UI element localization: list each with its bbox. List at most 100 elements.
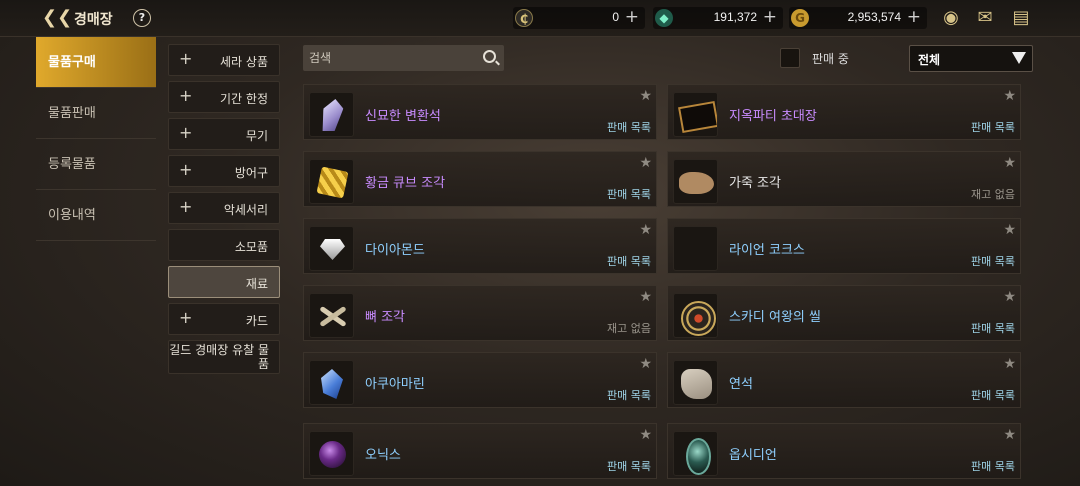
back-arrow-icon[interactable]: ❮❮ <box>42 8 72 28</box>
category-weapon[interactable]: + 무기 <box>168 118 280 150</box>
favorite-star-icon[interactable]: ★ <box>1003 356 1016 372</box>
item-card[interactable]: 스카디 여왕의 씰 ★ 판매 목록 <box>667 285 1021 341</box>
item-name: 다이아몬드 <box>365 243 425 258</box>
top-bar: ❮❮ 경매장 ? ₵ 0 + ◆ 191,372 + G 2,953,574 +… <box>0 0 1080 37</box>
help-icon: ? <box>138 11 146 24</box>
favorite-star-icon[interactable]: ★ <box>639 88 652 104</box>
dropdown-value: 전체 <box>918 53 941 67</box>
category-card[interactable]: + 카드 <box>168 303 280 335</box>
category-material[interactable]: 재료 <box>168 266 280 298</box>
currency-green-gem: ◆ 191,372 + <box>653 7 783 29</box>
category-label: 소모품 <box>234 240 268 254</box>
item-name: 지옥파티 초대장 <box>729 109 817 124</box>
bone-piece-icon <box>309 293 354 338</box>
diamond-icon <box>309 226 354 271</box>
item-name: 스카디 여왕의 씰 <box>729 310 821 325</box>
favorite-star-icon[interactable]: ★ <box>1003 427 1016 443</box>
category-label: 카드 <box>245 314 268 328</box>
favorite-star-icon[interactable]: ★ <box>639 155 652 171</box>
category-label: 재료 <box>245 277 268 291</box>
favorite-star-icon[interactable]: ★ <box>1003 222 1016 238</box>
item-card[interactable]: 연석 ★ 판매 목록 <box>667 352 1021 408</box>
favorite-star-icon[interactable]: ★ <box>639 427 652 443</box>
item-card[interactable]: 지옥파티 초대장 ★ 판매 목록 <box>667 84 1021 140</box>
item-card[interactable]: 옵시디언 ★ 판매 목록 <box>667 423 1021 479</box>
pouch-icon[interactable]: ◉ <box>938 7 964 29</box>
item-status: 판매 목록 <box>971 322 1015 335</box>
item-card[interactable]: 라이언 코크스 ★ 판매 목록 <box>667 218 1021 274</box>
on-sale-checkbox[interactable] <box>780 48 800 68</box>
gold-coin-icon: G <box>791 9 809 27</box>
item-name: 라이언 코크스 <box>729 243 805 258</box>
category-sera-goods[interactable]: + 세라 상품 <box>168 44 280 76</box>
category-label: 세라 상품 <box>220 55 268 69</box>
favorite-star-icon[interactable]: ★ <box>1003 88 1016 104</box>
currency-gold-coin: G 2,953,574 + <box>789 7 927 29</box>
category-label: 악세서리 <box>223 203 268 217</box>
on-sale-label: 판매 중 <box>812 52 849 66</box>
favorite-star-icon[interactable]: ★ <box>639 222 652 238</box>
nav-item-history[interactable]: 이용내역 <box>36 190 156 241</box>
chat-icon[interactable]: ▤ <box>1008 7 1034 29</box>
nav-item-sell[interactable]: 물품판매 <box>36 88 156 139</box>
currency-value: 0 <box>612 10 619 24</box>
category-limited-time[interactable]: + 기간 한정 <box>168 81 280 113</box>
obsidian-icon <box>673 431 718 476</box>
currency-value: 2,953,574 <box>847 10 901 24</box>
gold-cube-icon <box>309 159 354 204</box>
item-name: 아쿠아마린 <box>365 377 425 392</box>
favorite-star-icon[interactable]: ★ <box>1003 155 1016 171</box>
item-card[interactable]: 가죽 조각 ★ 재고 없음 <box>667 151 1021 207</box>
item-card[interactable]: 뼈 조각 ★ 재고 없음 <box>303 285 657 341</box>
help-button[interactable]: ? <box>129 5 155 31</box>
expand-plus-icon: + <box>179 197 193 216</box>
favorite-star-icon[interactable]: ★ <box>1003 289 1016 305</box>
item-card[interactable]: 신묘한 변환석 ★ 판매 목록 <box>303 84 657 140</box>
dropdown-arrow-icon <box>1012 52 1026 64</box>
nav-item-buy[interactable]: 물품구매 <box>36 37 156 88</box>
whetstone-icon <box>673 360 718 405</box>
category-consumable[interactable]: 소모품 <box>168 229 280 261</box>
item-status: 재고 없음 <box>607 322 651 335</box>
left-nav: 물품구매 물품판매 등록물품 이용내역 <box>36 37 156 241</box>
item-status: 재고 없음 <box>971 188 1015 201</box>
item-name: 뼈 조각 <box>365 310 406 325</box>
add-currency-button[interactable]: + <box>625 7 639 27</box>
favorite-star-icon[interactable]: ★ <box>639 356 652 372</box>
item-status: 판매 목록 <box>607 121 651 134</box>
item-card[interactable]: 오닉스 ★ 판매 목록 <box>303 423 657 479</box>
item-name: 옵시디언 <box>729 448 777 463</box>
aquamarine-icon <box>309 360 354 405</box>
expand-plus-icon: + <box>179 160 193 179</box>
item-card[interactable]: 황금 큐브 조각 ★ 판매 목록 <box>303 151 657 207</box>
category-accessory[interactable]: + 악세서리 <box>168 192 280 224</box>
item-status: 판매 목록 <box>607 460 651 473</box>
search-input[interactable] <box>303 45 473 71</box>
skadi-seal-icon <box>673 293 718 338</box>
onyx-icon <box>309 431 354 476</box>
add-currency-button[interactable]: + <box>907 7 921 27</box>
item-name: 황금 큐브 조각 <box>365 176 446 191</box>
category-label: 방어구 <box>234 166 268 180</box>
currency-c-coin: ₵ 0 + <box>513 7 645 29</box>
item-status: 판매 목록 <box>971 389 1015 402</box>
category-armor[interactable]: + 방어구 <box>168 155 280 187</box>
item-card[interactable]: 다이아몬드 ★ 판매 목록 <box>303 218 657 274</box>
search-box <box>303 45 504 71</box>
item-name: 가죽 조각 <box>729 176 781 191</box>
add-currency-button[interactable]: + <box>763 7 777 27</box>
expand-plus-icon: + <box>179 86 193 105</box>
item-status: 판매 목록 <box>607 188 651 201</box>
leather-piece-icon <box>673 159 718 204</box>
category-label: 무기 <box>245 129 268 143</box>
filter-dropdown[interactable]: 전체 <box>909 45 1033 72</box>
item-name: 오닉스 <box>365 448 401 463</box>
category-guild-unsold[interactable]: 길드 경매장 유찰 물품 <box>168 340 280 374</box>
expand-plus-icon: + <box>179 308 193 327</box>
favorite-star-icon[interactable]: ★ <box>639 289 652 305</box>
page-title: 경매장 <box>74 12 113 28</box>
search-icon[interactable] <box>483 50 496 63</box>
nav-item-registered[interactable]: 등록물품 <box>36 139 156 190</box>
mail-icon[interactable]: ✉ <box>972 7 998 29</box>
item-card[interactable]: 아쿠아마린 ★ 판매 목록 <box>303 352 657 408</box>
